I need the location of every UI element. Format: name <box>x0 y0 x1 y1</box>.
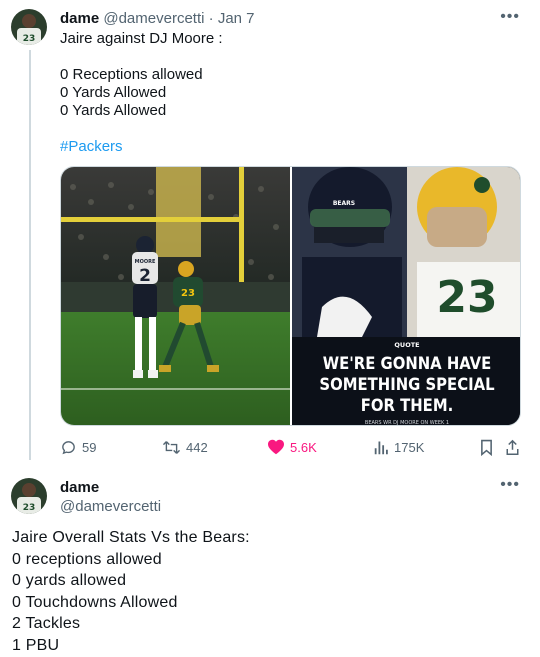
tweet[interactable]: 23 dame @damevercetti · Jan 7 ••• Jaire … <box>0 0 540 463</box>
quote-credit: BEARS WR DJ MOORE ON WEEK 1 <box>365 420 449 426</box>
svg-text:23: 23 <box>436 272 497 323</box>
tweet-text-line: 0 Touchdowns Allowed <box>12 593 178 611</box>
tweet-action-bar: 59 442 5.6K 175K <box>60 438 520 456</box>
like-count: 5.6K <box>290 439 317 455</box>
tweet-text-line: 0 receptions allowed <box>12 550 162 568</box>
quote-line: FOR THEM. <box>361 396 453 415</box>
header-separator: · <box>208 10 214 27</box>
media-photo-quote-graphic[interactable]: BEARS 23 QUOTE WE'RE GONNA HAVE SOMETHIN… <box>292 167 520 426</box>
svg-text:23: 23 <box>181 288 195 299</box>
tweet-text: Jaire Overall Stats Vs the Bears: 0 rece… <box>12 527 250 656</box>
heart-filled-icon <box>268 439 284 455</box>
tweet-text-line: 0 Yards Allowed <box>60 84 167 101</box>
tweet-header: dame @damevercetti · Jan 7 <box>60 10 255 28</box>
tweet-text-line: Jaire Overall Stats Vs the Bears: <box>12 529 250 546</box>
more-dots-icon[interactable]: ••• <box>500 9 520 25</box>
tweet-text-line: 0 Receptions allowed <box>60 66 203 83</box>
svg-text:BEARS: BEARS <box>333 200 355 207</box>
handle[interactable]: @damevercetti <box>60 497 161 516</box>
quote-line: SOMETHING SPECIAL <box>319 375 495 394</box>
tweet-text-line: 2 Tackles <box>12 615 81 632</box>
more-dots-icon[interactable]: ••• <box>500 477 520 493</box>
thread-connector-line <box>29 50 31 460</box>
avatar[interactable]: 23 <box>11 9 47 45</box>
tweet-text-line <box>60 48 223 66</box>
tweet-text: Jaire against DJ Moore : 0 Receptions al… <box>60 30 223 156</box>
reply-icon <box>62 440 75 454</box>
handle[interactable]: @damevercetti <box>103 10 204 27</box>
share-icon <box>506 439 519 455</box>
tweet-text-line <box>60 120 223 138</box>
quote-line: WE'RE GONNA HAVE <box>323 354 492 373</box>
media-photo-field[interactable]: MOORE 2 23 <box>61 167 290 425</box>
tweet-text-line: 0 yards allowed <box>12 572 127 589</box>
reply-button[interactable]: 59 <box>60 438 96 456</box>
share-button[interactable] <box>505 438 520 456</box>
avatar[interactable]: 23 <box>11 478 47 514</box>
tweet-text-line: 0 Yards Allowed <box>60 102 167 119</box>
media-grid: MOORE 2 23 BEARS 23 QUOTE WE'RE GONNA HA… <box>60 166 521 426</box>
display-name[interactable]: dame <box>60 478 161 497</box>
views-chart-icon <box>374 441 388 454</box>
display-name[interactable]: dame <box>60 10 99 27</box>
views-button[interactable]: 175K <box>374 438 424 456</box>
repost-icon <box>162 440 181 454</box>
hashtag-link[interactable]: #Packers <box>60 138 223 156</box>
repost-count: 442 <box>186 439 208 455</box>
quote-label: QUOTE <box>394 341 419 349</box>
bookmark-button[interactable] <box>479 438 494 456</box>
tweet-text-line: Jaire against DJ Moore : <box>60 30 223 47</box>
bookmark-icon <box>481 439 492 456</box>
reply-count: 59 <box>82 439 97 455</box>
like-button[interactable]: 5.6K <box>267 438 317 456</box>
tweet-date[interactable]: Jan 7 <box>218 10 255 27</box>
repost-button[interactable]: 442 <box>162 438 208 456</box>
media-jersey-number: 2 <box>139 266 151 286</box>
views-count: 175K <box>394 439 425 455</box>
svg-text:23: 23 <box>23 503 36 513</box>
svg-text:23: 23 <box>23 34 36 44</box>
media-jersey-name: MOORE <box>135 259 156 265</box>
tweet-text-line: 1 PBU <box>12 636 60 654</box>
tweet-header: dame @damevercetti <box>60 478 161 516</box>
